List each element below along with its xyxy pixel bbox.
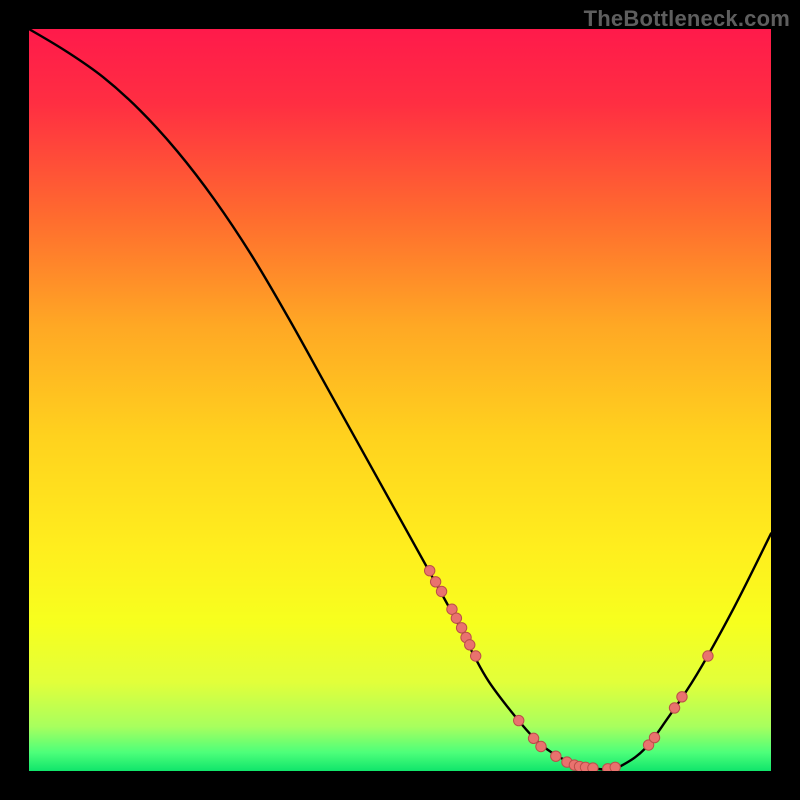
- chart-frame: TheBottleneck.com: [0, 0, 800, 800]
- scatter-point: [551, 751, 561, 761]
- scatter-point: [536, 741, 546, 751]
- scatter-point: [677, 692, 687, 702]
- scatter-point: [436, 586, 446, 596]
- scatter-point: [669, 703, 679, 713]
- scatter-point: [703, 651, 713, 661]
- gradient-background: [29, 29, 771, 771]
- scatter-point: [424, 565, 434, 575]
- scatter-point: [451, 613, 461, 623]
- scatter-point: [470, 651, 480, 661]
- scatter-point: [588, 763, 598, 771]
- scatter-point: [465, 640, 475, 650]
- chart-svg: [29, 29, 771, 771]
- plot-area: [29, 29, 771, 771]
- scatter-point: [514, 715, 524, 725]
- scatter-point: [456, 623, 466, 633]
- scatter-point: [528, 733, 538, 743]
- scatter-point: [610, 762, 620, 771]
- scatter-point: [649, 732, 659, 742]
- scatter-point: [430, 577, 440, 587]
